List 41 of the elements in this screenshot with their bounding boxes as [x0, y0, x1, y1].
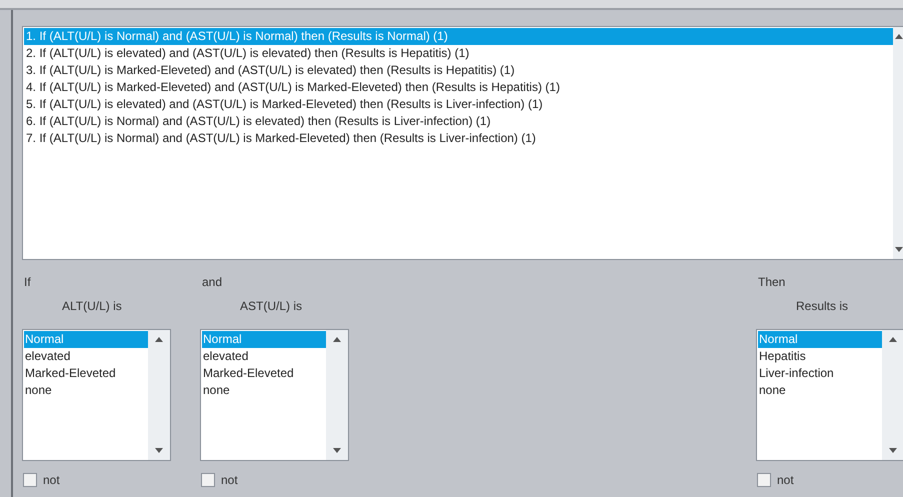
option-list[interactable]: Normal elevated Marked-Eleveted none [22, 329, 171, 461]
variable-label: ALT(U/L) is [62, 298, 123, 315]
rule-item[interactable]: 3. If (ALT(U/L) is Marked-Eleveted) and (AST(U/L) is elevated) then (Results is Hepatitis) (1) [24, 62, 893, 79]
variable-label: AST(U/L) is [240, 298, 304, 315]
option-list[interactable]: Normal elevated Marked-Eleveted none [200, 329, 349, 461]
not-checkbox[interactable] [757, 473, 771, 487]
not-checkbox[interactable] [201, 473, 215, 487]
connector-label: If [24, 274, 32, 291]
list-option[interactable]: none [758, 382, 882, 399]
scroll-up-icon[interactable] [155, 337, 163, 342]
variable-label: Results is [796, 298, 850, 315]
option-list[interactable]: Normal Hepatitis Liver-infection none [756, 329, 903, 461]
rule-item[interactable]: 4. If (ALT(U/L) is Marked-Eleveted) and (AST(U/L) is Marked-Eleveted) then (Results is Hepatitis) (1) [24, 79, 893, 96]
list-option[interactable]: none [24, 382, 148, 399]
scroll-up-icon[interactable] [889, 337, 897, 342]
scroll-up-icon[interactable] [895, 34, 903, 39]
connector-label: and [202, 274, 224, 291]
scroll-down-icon[interactable] [333, 448, 341, 453]
not-label: not [43, 472, 60, 489]
scrollbar[interactable] [882, 330, 903, 460]
connector-label: Then [758, 274, 786, 291]
scroll-down-icon[interactable] [155, 448, 163, 453]
rule-item[interactable]: 2. If (ALT(U/L) is elevated) and (AST(U/L) is elevated) then (Results is Hepatitis) (1) [24, 45, 893, 62]
scroll-down-icon[interactable] [889, 448, 897, 453]
list-option[interactable]: elevated [24, 348, 148, 365]
rule-item[interactable]: 7. If (ALT(U/L) is Normal) and (AST(U/L) is Marked-Eleveted) then (Results is Liver-infection) (1) [24, 130, 893, 147]
list-option[interactable]: Marked-Eleveted [202, 365, 326, 382]
not-checkbox[interactable] [23, 473, 37, 487]
scrollbar[interactable] [326, 330, 348, 460]
list-option[interactable]: none [202, 382, 326, 399]
scrollbar[interactable] [148, 330, 170, 460]
list-option[interactable]: Hepatitis [758, 348, 882, 365]
scroll-up-icon[interactable] [333, 337, 341, 342]
rule-item[interactable]: 6. If (ALT(U/L) is Normal) and (AST(U/L) is elevated) then (Results is Liver-infection) (1) [24, 113, 893, 130]
list-option[interactable]: Liver-infection [758, 365, 882, 382]
not-label: not [221, 472, 238, 489]
not-label: not [777, 472, 794, 489]
list-option[interactable]: Marked-Eleveted [24, 365, 148, 382]
rule-item[interactable]: 5. If (ALT(U/L) is elevated) and (AST(U/L) is Marked-Eleveted) then (Results is Liver-infection) (1) [24, 96, 893, 113]
list-option[interactable]: elevated [202, 348, 326, 365]
scroll-down-icon[interactable] [895, 247, 903, 252]
